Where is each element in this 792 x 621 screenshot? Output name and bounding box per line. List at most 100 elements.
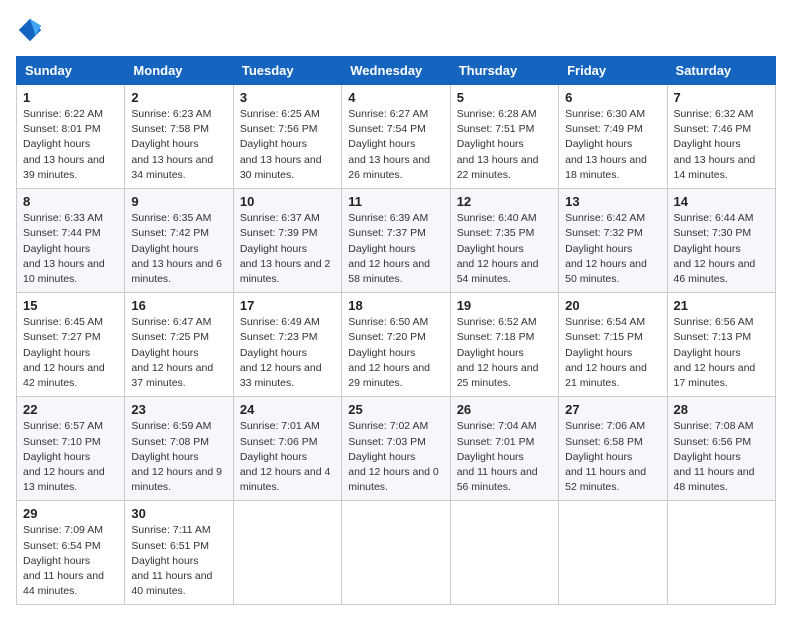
day-number: 22: [23, 402, 118, 417]
day-number: 1: [23, 90, 118, 105]
day-number: 24: [240, 402, 335, 417]
calendar-cell: 19 Sunrise: 6:52 AMSunset: 7:18 PMDayligh…: [450, 293, 558, 397]
calendar-cell: [233, 501, 341, 605]
calendar-cell: [667, 501, 775, 605]
day-info: Sunrise: 6:50 AMSunset: 7:20 PMDaylight …: [348, 315, 443, 391]
day-number: 12: [457, 194, 552, 209]
day-number: 2: [131, 90, 226, 105]
weekday-header-thursday: Thursday: [450, 57, 558, 85]
day-info: Sunrise: 6:27 AMSunset: 7:54 PMDaylight …: [348, 107, 443, 183]
calendar-cell: 10 Sunrise: 6:37 AMSunset: 7:39 PMDayligh…: [233, 189, 341, 293]
calendar-cell: 12 Sunrise: 6:40 AMSunset: 7:35 PMDayligh…: [450, 189, 558, 293]
calendar-cell: 28 Sunrise: 7:08 AMSunset: 6:56 PMDayligh…: [667, 397, 775, 501]
day-number: 11: [348, 194, 443, 209]
logo-icon: [16, 16, 44, 44]
calendar-table: SundayMondayTuesdayWednesdayThursdayFrid…: [16, 56, 776, 605]
weekday-header-saturday: Saturday: [667, 57, 775, 85]
weekday-header-friday: Friday: [559, 57, 667, 85]
day-number: 27: [565, 402, 660, 417]
day-info: Sunrise: 7:06 AMSunset: 6:58 PMDaylight …: [565, 419, 660, 495]
day-number: 8: [23, 194, 118, 209]
day-number: 25: [348, 402, 443, 417]
calendar-cell: 22 Sunrise: 6:57 AMSunset: 7:10 PMDayligh…: [17, 397, 125, 501]
calendar-body: 1 Sunrise: 6:22 AMSunset: 8:01 PMDaylight…: [17, 85, 776, 605]
day-number: 7: [674, 90, 769, 105]
day-info: Sunrise: 7:08 AMSunset: 6:56 PMDaylight …: [674, 419, 769, 495]
calendar-cell: 7 Sunrise: 6:32 AMSunset: 7:46 PMDaylight…: [667, 85, 775, 189]
calendar-cell: 24 Sunrise: 7:01 AMSunset: 7:06 PMDayligh…: [233, 397, 341, 501]
day-number: 30: [131, 506, 226, 521]
day-info: Sunrise: 6:25 AMSunset: 7:56 PMDaylight …: [240, 107, 335, 183]
calendar-week-row: 22 Sunrise: 6:57 AMSunset: 7:10 PMDayligh…: [17, 397, 776, 501]
calendar-cell: 18 Sunrise: 6:50 AMSunset: 7:20 PMDayligh…: [342, 293, 450, 397]
calendar-cell: 14Sunrise: 6:44 AMSunset: 7:30 PMDayligh…: [667, 189, 775, 293]
logo: [16, 16, 48, 44]
calendar-cell: [559, 501, 667, 605]
calendar-week-row: 29 Sunrise: 7:09 AMSunset: 6:54 PMDayligh…: [17, 501, 776, 605]
calendar-week-row: 15Sunrise: 6:45 AMSunset: 7:27 PMDayligh…: [17, 293, 776, 397]
calendar-cell: 17 Sunrise: 6:49 AMSunset: 7:23 PMDayligh…: [233, 293, 341, 397]
calendar-cell: 23Sunrise: 6:59 AMSunset: 7:08 PMDayligh…: [125, 397, 233, 501]
calendar-cell: 1 Sunrise: 6:22 AMSunset: 8:01 PMDaylight…: [17, 85, 125, 189]
calendar-cell: 13 Sunrise: 6:42 AMSunset: 7:32 PMDayligh…: [559, 189, 667, 293]
calendar-cell: 25 Sunrise: 7:02 AMSunset: 7:03 PMDayligh…: [342, 397, 450, 501]
calendar-cell: 2 Sunrise: 6:23 AMSunset: 7:58 PMDaylight…: [125, 85, 233, 189]
calendar-week-row: 8Sunrise: 6:33 AMSunset: 7:44 PMDaylight…: [17, 189, 776, 293]
calendar-cell: 11 Sunrise: 6:39 AMSunset: 7:37 PMDayligh…: [342, 189, 450, 293]
day-number: 5: [457, 90, 552, 105]
day-info: Sunrise: 6:56 AMSunset: 7:13 PMDaylight …: [674, 315, 769, 391]
day-number: 17: [240, 298, 335, 313]
day-number: 9: [131, 194, 226, 209]
calendar-header-row: SundayMondayTuesdayWednesdayThursdayFrid…: [17, 57, 776, 85]
day-info: Sunrise: 6:52 AMSunset: 7:18 PMDaylight …: [457, 315, 552, 391]
day-info: Sunrise: 6:57 AMSunset: 7:10 PMDaylight …: [23, 419, 118, 495]
day-number: 23: [131, 402, 226, 417]
day-info: Sunrise: 6:23 AMSunset: 7:58 PMDaylight …: [131, 107, 226, 183]
day-info: Sunrise: 6:32 AMSunset: 7:46 PMDaylight …: [674, 107, 769, 183]
day-info: Sunrise: 6:39 AMSunset: 7:37 PMDaylight …: [348, 211, 443, 287]
calendar-cell: [450, 501, 558, 605]
calendar-cell: 29 Sunrise: 7:09 AMSunset: 6:54 PMDayligh…: [17, 501, 125, 605]
calendar-cell: 3Sunrise: 6:25 AMSunset: 7:56 PMDaylight…: [233, 85, 341, 189]
weekday-header-wednesday: Wednesday: [342, 57, 450, 85]
day-number: 13: [565, 194, 660, 209]
day-number: 28: [674, 402, 769, 417]
calendar-cell: 27 Sunrise: 7:06 AMSunset: 6:58 PMDayligh…: [559, 397, 667, 501]
day-info: Sunrise: 7:02 AMSunset: 7:03 PMDaylight …: [348, 419, 443, 495]
calendar-cell: 21 Sunrise: 6:56 AMSunset: 7:13 PMDayligh…: [667, 293, 775, 397]
day-number: 19: [457, 298, 552, 313]
day-info: Sunrise: 6:40 AMSunset: 7:35 PMDaylight …: [457, 211, 552, 287]
calendar-cell: 9Sunrise: 6:35 AMSunset: 7:42 PMDaylight…: [125, 189, 233, 293]
day-info: Sunrise: 6:54 AMSunset: 7:15 PMDaylight …: [565, 315, 660, 391]
calendar-cell: 15Sunrise: 6:45 AMSunset: 7:27 PMDayligh…: [17, 293, 125, 397]
day-number: 6: [565, 90, 660, 105]
day-number: 10: [240, 194, 335, 209]
calendar-cell: 26Sunrise: 7:04 AMSunset: 7:01 PMDayligh…: [450, 397, 558, 501]
calendar-cell: [342, 501, 450, 605]
day-info: Sunrise: 6:28 AMSunset: 7:51 PMDaylight …: [457, 107, 552, 183]
day-info: Sunrise: 7:01 AMSunset: 7:06 PMDaylight …: [240, 419, 335, 495]
weekday-header-tuesday: Tuesday: [233, 57, 341, 85]
day-number: 29: [23, 506, 118, 521]
calendar-cell: 30 Sunrise: 7:11 AMSunset: 6:51 PMDayligh…: [125, 501, 233, 605]
day-number: 4: [348, 90, 443, 105]
day-info: Sunrise: 7:04 AMSunset: 7:01 PMDaylight …: [457, 419, 552, 495]
day-number: 20: [565, 298, 660, 313]
day-info: Sunrise: 6:47 AMSunset: 7:25 PMDaylight …: [131, 315, 226, 391]
day-info: Sunrise: 7:09 AMSunset: 6:54 PMDaylight …: [23, 523, 118, 599]
weekday-header-sunday: Sunday: [17, 57, 125, 85]
day-info: Sunrise: 6:30 AMSunset: 7:49 PMDaylight …: [565, 107, 660, 183]
day-number: 18: [348, 298, 443, 313]
calendar-week-row: 1 Sunrise: 6:22 AMSunset: 8:01 PMDaylight…: [17, 85, 776, 189]
day-info: Sunrise: 7:11 AMSunset: 6:51 PMDaylight …: [131, 523, 226, 599]
day-info: Sunrise: 6:37 AMSunset: 7:39 PMDaylight …: [240, 211, 335, 287]
day-info: Sunrise: 6:44 AMSunset: 7:30 PMDaylight …: [674, 211, 769, 287]
calendar-cell: 5 Sunrise: 6:28 AMSunset: 7:51 PMDaylight…: [450, 85, 558, 189]
weekday-header-monday: Monday: [125, 57, 233, 85]
day-number: 21: [674, 298, 769, 313]
calendar-cell: 8Sunrise: 6:33 AMSunset: 7:44 PMDaylight…: [17, 189, 125, 293]
calendar-cell: 16Sunrise: 6:47 AMSunset: 7:25 PMDayligh…: [125, 293, 233, 397]
day-info: Sunrise: 6:49 AMSunset: 7:23 PMDaylight …: [240, 315, 335, 391]
day-info: Sunrise: 6:42 AMSunset: 7:32 PMDaylight …: [565, 211, 660, 287]
day-info: Sunrise: 6:22 AMSunset: 8:01 PMDaylight …: [23, 107, 118, 183]
